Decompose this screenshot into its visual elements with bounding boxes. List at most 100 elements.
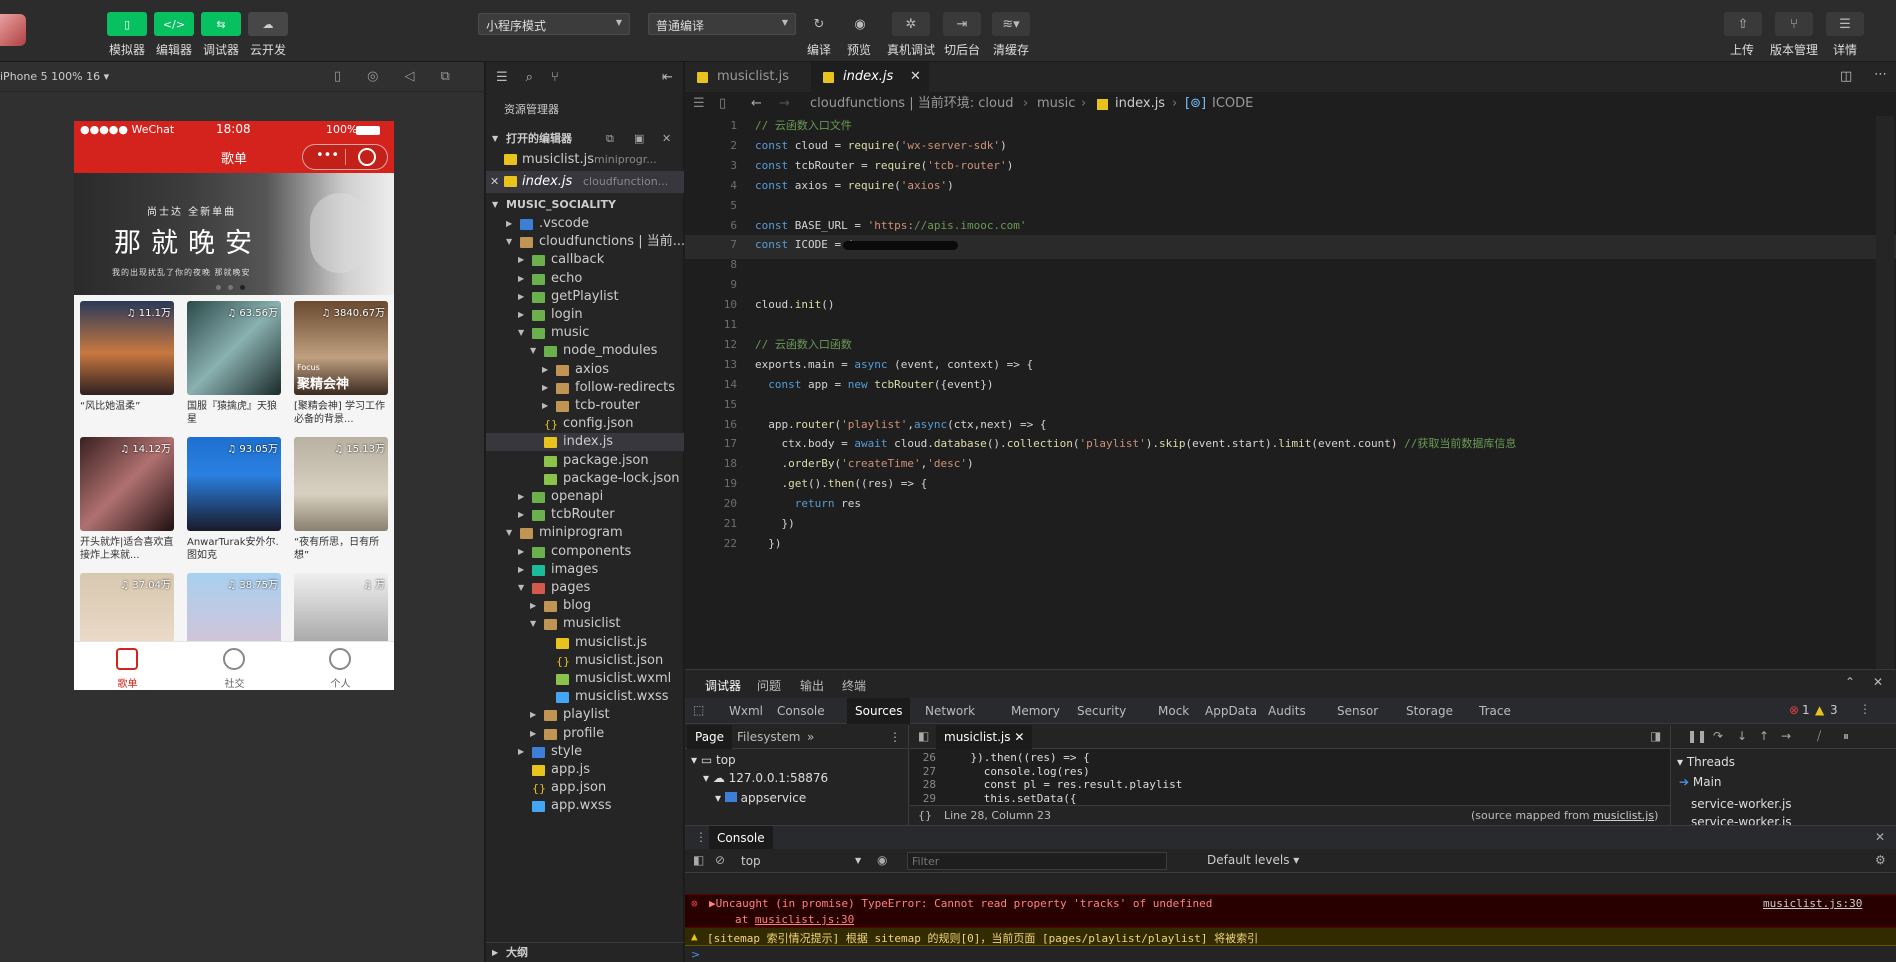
inspect-icon[interactable]: ⬚ xyxy=(693,703,704,717)
tree-folder[interactable]: ▶ blog xyxy=(486,597,684,615)
tree-folder[interactable]: ▶ axios xyxy=(486,361,684,379)
editor-tab-index[interactable]: index.js ✕ xyxy=(811,62,929,92)
search-icon[interactable]: ⌕ xyxy=(526,70,533,85)
tree-file[interactable]: musiclist.js xyxy=(486,634,684,652)
editor-tab-musiclist[interactable]: musiclist.js xyxy=(685,62,811,92)
devtools-tab-audits[interactable]: Audits xyxy=(1260,698,1314,724)
tree-folder[interactable]: ▶ echo xyxy=(486,270,684,288)
context-select[interactable]: top ▼ xyxy=(741,851,869,871)
more-tabs-icon[interactable]: » xyxy=(807,725,814,749)
tree-folder[interactable]: ▼ node_modules xyxy=(486,342,684,360)
mode-select[interactable]: 小程序模式 ▼ xyxy=(478,13,630,35)
thread-item[interactable]: service-worker.js xyxy=(1691,797,1792,811)
tab-playlist[interactable]: 歌单 xyxy=(74,642,181,690)
clear-console-icon[interactable]: ⊘ xyxy=(715,853,725,867)
tree-file[interactable]: package.json xyxy=(486,452,684,470)
thread-item[interactable]: service-worker.js xyxy=(1691,815,1792,825)
tab-problems[interactable]: 问题 xyxy=(757,677,781,694)
avatar[interactable] xyxy=(0,14,26,46)
list-icon[interactable]: ☰ xyxy=(693,92,705,116)
devtools-tab-storage[interactable]: Storage xyxy=(1398,698,1461,724)
tab-filesystem[interactable]: Filesystem xyxy=(737,725,800,749)
tree-folder[interactable]: ▼ pages xyxy=(486,579,684,597)
tree-folder[interactable]: ▼ musiclist xyxy=(486,615,684,633)
capsule-menu[interactable]: ••• xyxy=(302,144,388,170)
tree-folder[interactable]: ▶ follow-redirects xyxy=(486,379,684,397)
tree-folder[interactable]: ▶ openapi xyxy=(486,488,684,506)
close-all-icon[interactable]: ✕ xyxy=(662,129,671,149)
log-levels-select[interactable]: Default levels ▾ xyxy=(1207,853,1299,867)
threads-header[interactable]: ▾ Threads xyxy=(1677,755,1735,769)
tab-profile[interactable]: 个人 xyxy=(287,642,394,690)
tree-folder[interactable]: ▶ images xyxy=(486,561,684,579)
devtools-tab-sources[interactable]: Sources xyxy=(847,698,911,724)
tab-terminal[interactable]: 终端 xyxy=(842,677,866,694)
open-editors-header[interactable]: ▼ 打开的编辑器 ⧉ ▣ ✕ xyxy=(486,129,684,149)
devtools-tab-security[interactable]: Security xyxy=(1069,698,1134,724)
collapse-panel-icon[interactable]: ⇤ xyxy=(662,70,673,85)
device-icon[interactable]: ▯ xyxy=(334,69,341,84)
back-icon[interactable]: ← xyxy=(751,92,762,116)
version-button[interactable]: ⑂ xyxy=(1775,12,1813,36)
simulator-toggle-button[interactable]: ▯ xyxy=(107,12,147,36)
source-line[interactable]: 29 this.setData({ xyxy=(910,792,1670,805)
tree-folder[interactable]: ▶ tcb-router xyxy=(486,397,684,415)
outline-header[interactable]: ▶ 大纲 xyxy=(486,942,684,962)
breadcrumb-item[interactable]: index.js xyxy=(1115,92,1165,116)
project-header[interactable]: ▼ MUSIC_SOCIALITY xyxy=(486,195,684,215)
tree-file[interactable]: app.wxss xyxy=(486,797,684,815)
source-tree-top[interactable]: ▾ ▭ top xyxy=(691,753,736,767)
devtools-tab-sensor[interactable]: Sensor xyxy=(1329,698,1386,724)
detach-icon[interactable]: ⧉ xyxy=(441,69,450,84)
step-icon[interactable]: → xyxy=(1781,729,1791,743)
tree-folder[interactable]: ▶ components xyxy=(486,543,684,561)
devtools-tab-console[interactable]: Console xyxy=(769,698,833,724)
debugger-toggle-button[interactable]: ⇆ xyxy=(201,12,241,36)
preview-button[interactable]: ◉ xyxy=(841,12,879,36)
swiper-dot-active[interactable] xyxy=(240,285,245,290)
close-icon[interactable]: ✕ xyxy=(1873,675,1883,689)
more-icon[interactable]: ••• xyxy=(316,148,339,163)
devtools-tab-memory[interactable]: Memory xyxy=(1003,698,1068,724)
tree-file[interactable]: musiclist.wxml xyxy=(486,670,684,688)
more-icon[interactable]: ⋮ xyxy=(1859,702,1871,716)
devtools-tab-wxml[interactable]: Wxml xyxy=(721,698,771,724)
remote-debug-button[interactable]: ✲ xyxy=(892,12,930,36)
error-source-link[interactable]: musiclist.js:30 xyxy=(1763,897,1862,910)
more-icon[interactable]: ⋮ xyxy=(889,725,901,749)
close-tab-icon[interactable]: ✕ xyxy=(910,62,921,92)
step-out-icon[interactable]: ↑ xyxy=(1759,729,1769,743)
compile-button[interactable]: ↻ xyxy=(800,12,838,36)
tree-folder[interactable]: ▶ getPlaylist xyxy=(486,288,684,306)
bookmark-icon[interactable]: ▯ xyxy=(719,92,726,116)
gear-icon[interactable]: ⚙ xyxy=(1875,853,1886,867)
tree-folder[interactable]: ▶ tcbRouter xyxy=(486,506,684,524)
swiper-dot[interactable] xyxy=(216,285,221,290)
save-all-icon[interactable]: ▣ xyxy=(634,129,644,149)
list-icon[interactable]: ☰ xyxy=(496,70,508,85)
source-tab[interactable]: musiclist.js ✕ xyxy=(936,725,1033,749)
cloud-dev-button[interactable]: ☁ xyxy=(248,12,288,36)
tree-file[interactable]: {} config.json xyxy=(486,415,684,433)
tree-folder[interactable]: ▼ cloudfunctions | 当前... xyxy=(486,233,684,251)
console-filter-input[interactable] xyxy=(907,852,1167,870)
sidebar-toggle-icon[interactable]: ◧ xyxy=(693,853,704,867)
tree-file[interactable]: app.js xyxy=(486,761,684,779)
source-tree-folder[interactable]: ▾ appservice xyxy=(715,791,806,805)
breadcrumb-item[interactable]: music xyxy=(1037,92,1075,116)
step-into-icon[interactable]: ↓ xyxy=(1737,729,1747,743)
tab-output[interactable]: 输出 xyxy=(800,677,824,694)
split-editor-icon[interactable]: ◫ xyxy=(1840,69,1852,84)
tree-folder[interactable]: ▼ miniprogram xyxy=(486,524,684,542)
pause-exceptions-icon[interactable]: ⏸ xyxy=(1843,729,1849,744)
deactivate-breakpoints-icon[interactable]: ⧸ xyxy=(1817,729,1821,744)
tree-folder[interactable]: ▶ .vscode xyxy=(486,215,684,233)
new-file-icon[interactable]: ⧉ xyxy=(606,129,614,149)
breadcrumb-item[interactable]: cloudfunctions | 当前环境: cloud xyxy=(810,92,1013,116)
console-warning-row[interactable]: ▲ [sitemap 索引情况提示] 根据 sitemap 的规则[0]，当前页… xyxy=(685,928,1896,946)
tab-debugger[interactable]: 调试器 xyxy=(705,677,742,700)
open-editor-item[interactable]: musiclist.js miniprogr... xyxy=(486,149,684,171)
source-tree-host[interactable]: ▾ ☁ 127.0.0.1:58876 xyxy=(703,771,828,785)
console-drawer-tab[interactable]: Console xyxy=(709,826,773,850)
thread-main[interactable]: ➔ Main xyxy=(1679,775,1722,789)
